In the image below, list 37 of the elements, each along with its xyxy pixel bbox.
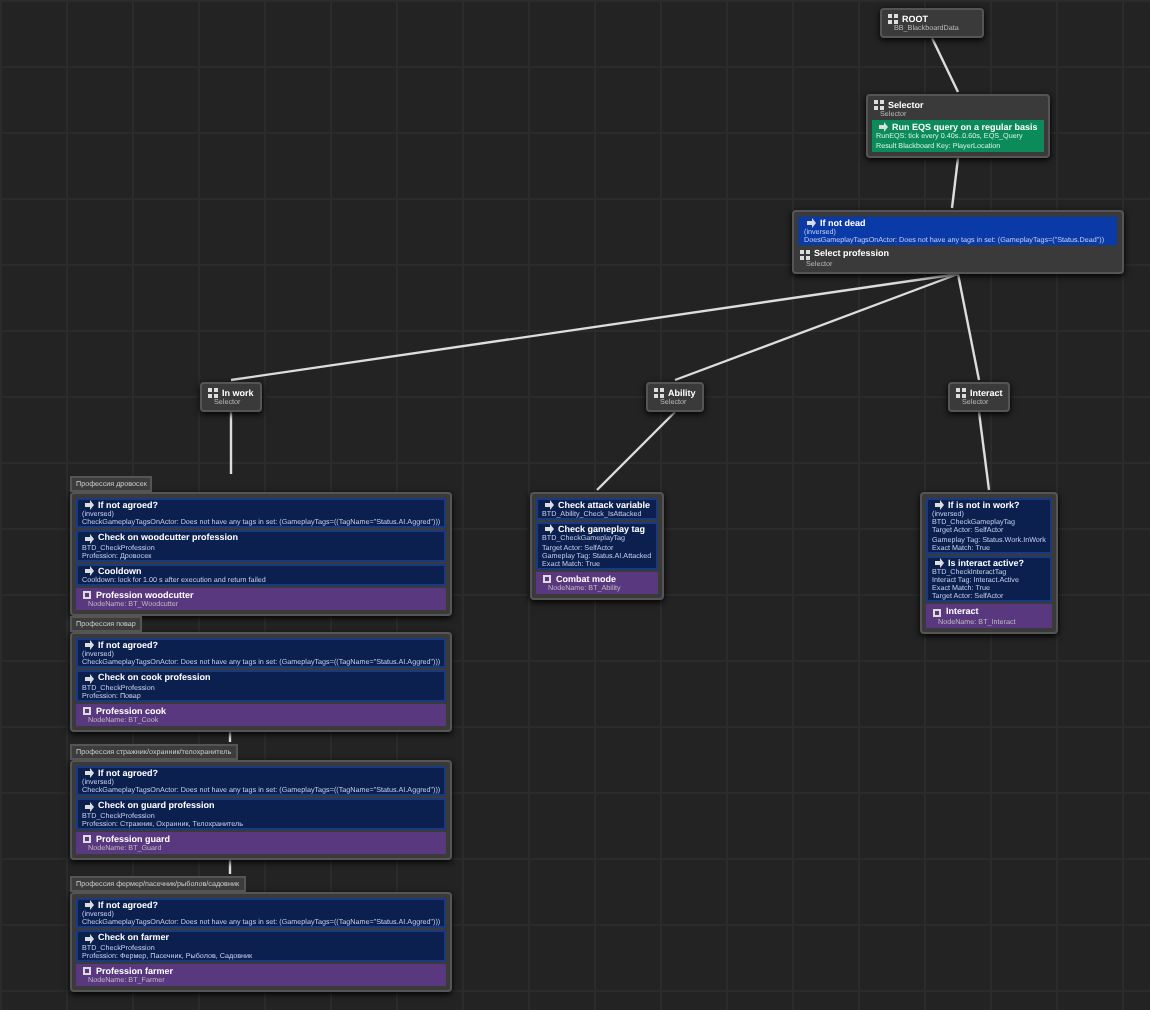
tree-icon bbox=[888, 14, 898, 25]
tree-node[interactable] bbox=[70, 632, 453, 733]
connector-line bbox=[596, 411, 676, 491]
connector-line bbox=[229, 412, 233, 474]
arrow-icon bbox=[934, 557, 944, 568]
task-icon bbox=[82, 590, 92, 601]
arrow-icon bbox=[84, 565, 94, 576]
arrow-icon bbox=[84, 500, 94, 511]
arrow-icon bbox=[84, 533, 94, 543]
tree-node[interactable] bbox=[70, 492, 453, 617]
task-icon bbox=[82, 965, 92, 976]
connector-line bbox=[977, 411, 991, 491]
connector-line bbox=[930, 37, 960, 93]
selector-icon bbox=[956, 388, 966, 399]
arrow-icon bbox=[84, 933, 94, 943]
arrow-icon bbox=[544, 500, 554, 511]
selector-icon bbox=[800, 249, 810, 259]
selector-icon bbox=[654, 388, 664, 399]
arrow-icon bbox=[84, 673, 94, 683]
arrow-icon bbox=[84, 801, 94, 811]
arrow-icon bbox=[84, 768, 94, 779]
tree-node[interactable] bbox=[70, 892, 453, 993]
task-icon bbox=[82, 833, 92, 844]
arrow-icon bbox=[806, 218, 816, 229]
arrow-icon bbox=[878, 122, 888, 133]
arrow-icon bbox=[544, 524, 554, 535]
tree-node[interactable] bbox=[70, 760, 453, 861]
task-icon bbox=[542, 574, 552, 585]
tree-node[interactable] bbox=[920, 492, 1058, 634]
selector-icon bbox=[874, 100, 884, 111]
task-icon bbox=[82, 705, 92, 716]
arrow-icon bbox=[84, 900, 94, 911]
arrow-icon bbox=[934, 500, 944, 511]
task-icon bbox=[932, 607, 942, 618]
arrow-icon bbox=[84, 640, 94, 651]
selector-icon bbox=[208, 388, 218, 399]
connector-line bbox=[950, 157, 960, 209]
